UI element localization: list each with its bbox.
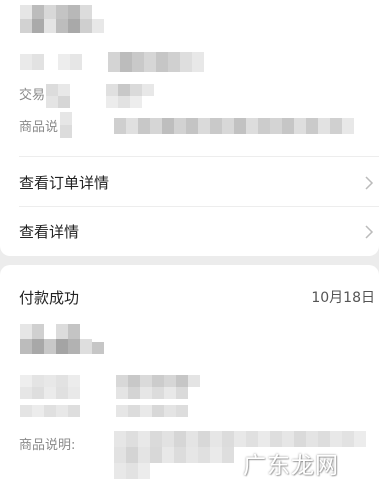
pixelated-transaction-value: [46, 84, 166, 108]
watermark-logo: 广东龙网: [243, 453, 339, 479]
view-order-details-label: 查看订单详情: [19, 174, 110, 192]
divider: [19, 156, 379, 157]
pixelated-payment-details: [20, 375, 220, 425]
divider: [19, 206, 379, 207]
transaction-date: 10月18日: [311, 290, 375, 306]
pixelated-payee-name: [20, 324, 120, 354]
pixelated-header-name: [20, 5, 110, 35]
transaction-label: 交易: [19, 88, 46, 103]
pixelated-product-value: [60, 112, 360, 138]
product-label: 商品说: [19, 120, 59, 135]
product-description-label: 商品说明:: [19, 438, 76, 453]
payment-status-title: 付款成功: [19, 289, 80, 307]
view-details-label: 查看详情: [19, 223, 80, 241]
view-details-row[interactable]: 查看详情: [0, 208, 379, 256]
chevron-right-icon: [365, 176, 374, 190]
transaction-card-top: 交易 商品说 查看订单详情 查看详情: [0, 0, 379, 256]
pixelated-amount: [20, 52, 220, 78]
view-order-details-row[interactable]: 查看订单详情: [0, 159, 379, 207]
chevron-right-icon: [365, 225, 374, 239]
